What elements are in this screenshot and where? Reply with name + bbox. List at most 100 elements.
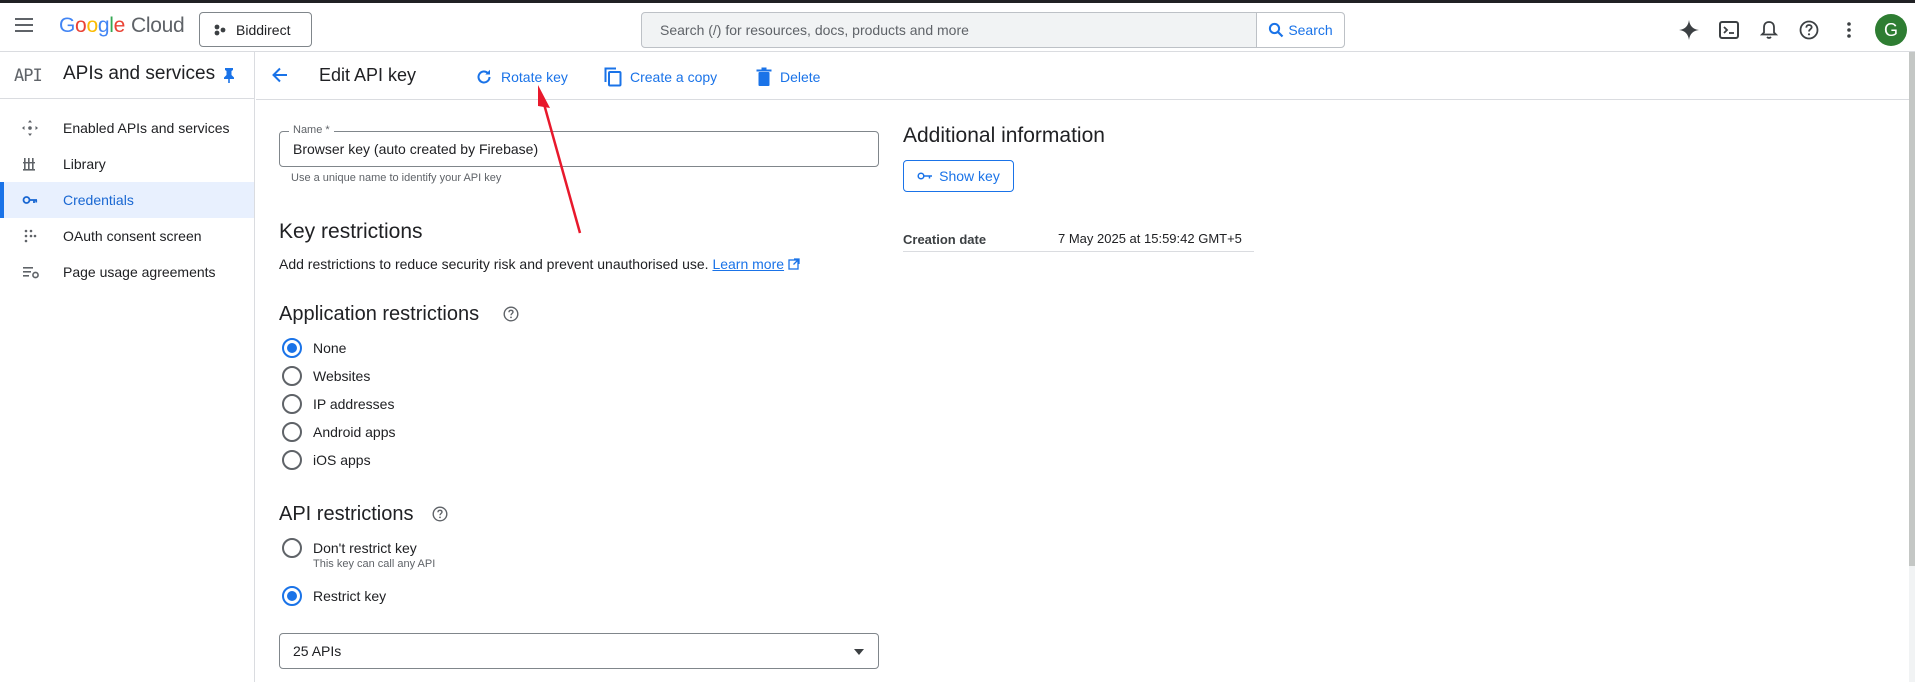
app-option-ip-addresses[interactable]: IP addresses (282, 394, 394, 414)
key-icon (917, 171, 933, 181)
trash-icon (756, 67, 772, 87)
project-name: Biddirect (236, 21, 291, 38)
page-scrollbar[interactable] (1909, 52, 1915, 682)
show-key-button[interactable]: Show key (903, 160, 1014, 192)
radio-button[interactable] (282, 366, 302, 386)
api-badge-icon: API (14, 66, 43, 86)
creation-date-value: 7 May 2025 at 15:59:42 GMT+5 (1058, 231, 1242, 246)
logo-letter: o (86, 14, 98, 37)
top-bar: Google Cloud Biddirect Search (/) for re… (0, 0, 1915, 52)
sidebar-item-label: Page usage agreements (63, 264, 216, 280)
help-circle-icon[interactable] (432, 506, 448, 522)
google-cloud-logo[interactable]: Google Cloud (59, 14, 185, 44)
create-copy-label: Create a copy (630, 69, 718, 85)
sidebar-item-credentials[interactable]: Credentials (0, 182, 254, 218)
key-restrictions-text: Add restrictions to reduce security risk… (279, 256, 709, 272)
api-option-dont-restrict[interactable]: Don't restrict key This key can call any… (282, 538, 435, 571)
sidebar-list: Enabled APIs and services Library Creden… (0, 99, 254, 290)
api-select-dropdown[interactable]: 25 APIs (279, 633, 879, 669)
back-arrow-icon[interactable] (270, 65, 290, 85)
radio-button[interactable] (282, 450, 302, 470)
creation-date-label: Creation date (903, 232, 987, 247)
logo-letter: o (75, 14, 87, 37)
radio-label: Restrict key (313, 588, 387, 604)
library-icon (22, 156, 40, 172)
radio-label: Websites (313, 368, 371, 384)
key-restrictions-description: Add restrictions to reduce security risk… (279, 256, 800, 272)
api-option-restrict-key[interactable]: Restrict key (282, 586, 386, 606)
additional-info-title: Additional information (903, 124, 1105, 147)
radio-button[interactable] (282, 338, 302, 358)
gemini-icon[interactable] (1669, 15, 1709, 45)
app-option-websites[interactable]: Websites (282, 366, 370, 386)
delete-button[interactable]: Delete (756, 65, 820, 89)
dropdown-caret-icon (854, 649, 864, 655)
radio-label: Don't restrict key (313, 540, 417, 556)
radio-sublabel: This key can call any API (313, 558, 436, 570)
api-select-value: 25 APIs (293, 643, 342, 659)
key-icon (22, 192, 40, 208)
main-menu-icon[interactable] (14, 16, 40, 40)
copy-icon (604, 67, 622, 87)
radio-label: None (313, 340, 347, 356)
main-content: Name * Use a unique name to identify you… (256, 100, 1909, 682)
radio-label-group: Don't restrict key This key can call any… (313, 538, 435, 571)
top-icons: G (1669, 14, 1915, 46)
refresh-icon (475, 68, 493, 86)
learn-more-link[interactable]: Learn more (712, 256, 784, 272)
more-vert-icon[interactable] (1829, 15, 1869, 45)
avatar[interactable]: G (1875, 14, 1907, 46)
create-copy-button[interactable]: Create a copy (604, 65, 717, 89)
sidebar-item-label: Credentials (63, 192, 134, 208)
sidebar-item-label: Enabled APIs and services (63, 120, 230, 136)
name-field: Name * (279, 124, 879, 167)
settings-list-icon (22, 264, 40, 280)
search-icon (1268, 22, 1284, 38)
radio-label: iOS apps (313, 452, 371, 468)
help-circle-icon[interactable] (503, 306, 519, 322)
oauth-icon (22, 228, 40, 244)
application-restrictions-title: Application restrictions (279, 303, 480, 325)
logo-letter: e (113, 14, 126, 37)
radio-button[interactable] (282, 422, 302, 442)
logo-letter: G (59, 14, 76, 37)
search-button[interactable]: Search (1256, 13, 1344, 47)
cloud-shell-icon[interactable] (1709, 15, 1749, 45)
radio-label: IP addresses (313, 396, 395, 412)
api-restrictions-title: API restrictions (279, 503, 414, 525)
rotate-key-button[interactable]: Rotate key (475, 65, 568, 89)
project-picker-button[interactable]: Biddirect (199, 12, 312, 47)
radio-button[interactable] (282, 394, 302, 414)
pin-icon[interactable] (222, 67, 236, 83)
sidebar-title: APIs and services (63, 63, 216, 84)
name-input[interactable] (280, 132, 878, 166)
radio-button[interactable] (282, 586, 302, 606)
sidebar-item-oauth-consent[interactable]: OAuth consent screen (0, 218, 254, 254)
sidebar-item-label: Library (63, 156, 106, 172)
project-icon (214, 24, 226, 36)
search-button-label: Search (1288, 22, 1333, 38)
sidebar-header: API APIs and services (0, 52, 254, 99)
radio-label: Android apps (313, 424, 396, 440)
page-header: Edit API key Rotate key Create a copy De… (256, 52, 1909, 100)
help-icon[interactable] (1789, 15, 1829, 45)
delete-label: Delete (780, 69, 821, 85)
show-key-label: Show key (939, 168, 1000, 184)
sidebar: API APIs and services Enabled APIs and s… (0, 52, 255, 682)
creation-date-row: Creation date 7 May 2025 at 15:59:42 GMT… (903, 228, 1254, 252)
app-option-android-apps[interactable]: Android apps (282, 422, 396, 442)
radio-button[interactable] (282, 538, 302, 558)
app-option-none[interactable]: None (282, 338, 346, 358)
sidebar-item-library[interactable]: Library (0, 146, 254, 182)
page-title: Edit API key (319, 65, 417, 85)
scrollbar-thumb[interactable] (1909, 52, 1915, 566)
external-link-icon (788, 258, 800, 270)
sidebar-item-page-usage[interactable]: Page usage agreements (0, 254, 254, 290)
notifications-icon[interactable] (1749, 15, 1789, 45)
sidebar-item-enabled-apis[interactable]: Enabled APIs and services (0, 110, 254, 146)
enabled-apis-icon (22, 120, 40, 136)
name-hint: Use a unique name to identify your API k… (291, 172, 502, 184)
app-option-ios-apps[interactable]: iOS apps (282, 450, 371, 470)
search-input[interactable] (642, 13, 1256, 47)
name-field-label: Name * (289, 124, 334, 136)
